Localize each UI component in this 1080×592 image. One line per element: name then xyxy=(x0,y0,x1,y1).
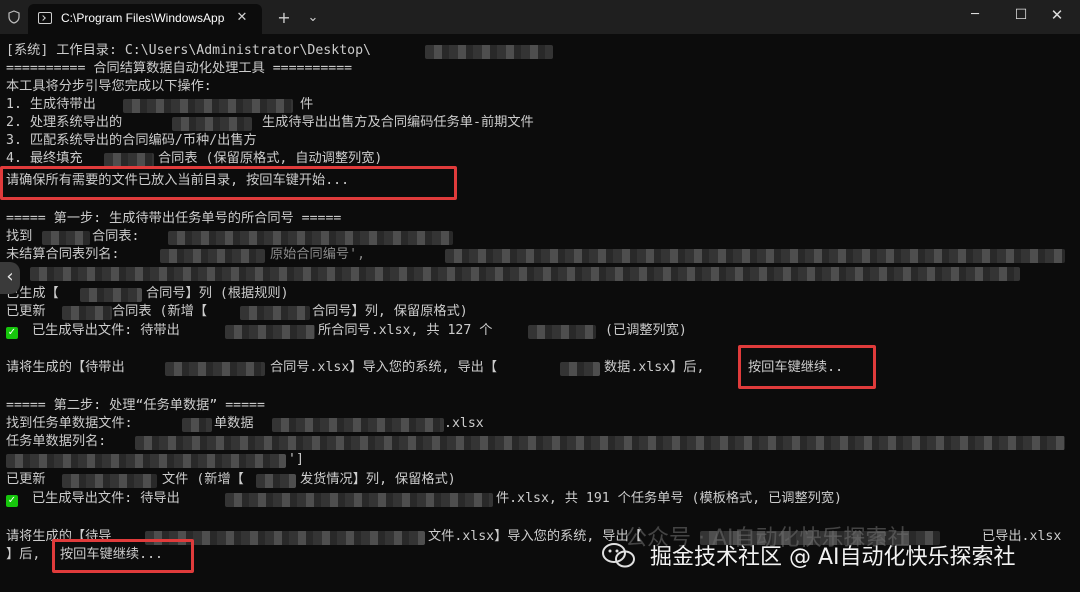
redacted-text xyxy=(6,454,286,468)
redacted-text xyxy=(172,117,252,131)
output-line: 原始合同编号', xyxy=(270,247,366,262)
checkmark-icon: ✓ xyxy=(6,495,18,507)
redacted-text xyxy=(62,306,112,320)
output-line: 未结算合同表列名: xyxy=(6,247,120,262)
output-line: ✓ 已生成导出文件: 待带出 xyxy=(6,323,180,339)
output-line: 请将生成的【待带出 xyxy=(6,360,125,375)
output-line: 2. 处理系统导出的 xyxy=(6,115,123,130)
output-line: 合同号】列, 保留原格式) xyxy=(312,304,468,319)
output-line: (已调整列宽) xyxy=(605,323,687,338)
redacted-text xyxy=(30,267,1020,281)
shield-icon xyxy=(8,10,20,24)
watermark-text: 掘金技术社区 @ AI自动化快乐探索社 xyxy=(650,545,1016,570)
output-line: 3. 匹配系统导出的合同编码/币种/出售方 xyxy=(6,133,257,148)
redacted-text xyxy=(225,493,493,507)
terminal-tab-icon xyxy=(38,12,52,24)
checkmark-icon: ✓ xyxy=(6,327,18,339)
redacted-text xyxy=(135,436,1065,450)
output-line: ========== 合同结算数据自动化处理工具 ========== xyxy=(6,61,353,76)
output-line: 找到 xyxy=(6,229,33,244)
redacted-text xyxy=(168,231,453,245)
output-line: 文件 (新增【 xyxy=(162,472,244,487)
redacted-text xyxy=(160,249,265,263)
highlight-box xyxy=(738,345,876,389)
output-line: 合同表: xyxy=(92,229,140,244)
close-button[interactable]: ✕ xyxy=(1034,0,1080,32)
output-line: [系统] 工作目录: C:\Users\Administrator\Deskto… xyxy=(6,43,371,58)
redacted-text xyxy=(123,99,293,113)
redacted-text xyxy=(42,231,90,245)
wechat-logo-icon xyxy=(602,543,635,568)
tab-title: C:\Program Files\WindowsApps\Microsoft.W… xyxy=(61,11,225,25)
chevron-left-icon[interactable]: ‹ xyxy=(0,262,20,294)
redacted-text xyxy=(445,249,1065,263)
tab-close-icon[interactable]: ✕ xyxy=(233,9,251,27)
output-line: 1. 生成待带出 xyxy=(6,97,96,112)
redacted-text xyxy=(165,362,265,376)
step1-heading: ===== 第一步: 生成待带出任务单号的所合同号 ===== xyxy=(6,211,342,226)
output-line: 件 xyxy=(300,97,314,112)
output-line: '] xyxy=(288,452,304,467)
step2-heading: ===== 第二步: 处理“任务单数据” ===== xyxy=(6,398,265,413)
output-line: 已更新 xyxy=(6,304,46,319)
redacted-text xyxy=(104,153,154,167)
redacted-text xyxy=(528,325,596,339)
output-line: 件.xlsx, 共 191 个任务单号 (模板格式, 已调整列宽) xyxy=(496,491,842,506)
output-line: 生成待导出出售方及合同编码任务单-前期文件 xyxy=(262,115,534,130)
output-line: 数据.xlsx】后, xyxy=(604,360,705,375)
redacted-text xyxy=(80,288,142,302)
redacted-text xyxy=(182,418,212,432)
redacted-text xyxy=(240,306,310,320)
redacted-text xyxy=(560,362,600,376)
output-line: 所合同号.xlsx, 共 127 个 xyxy=(318,323,493,338)
output-line: 】后, xyxy=(6,547,41,562)
output-line: 合同号.xlsx】导入您的系统, 导出【 xyxy=(270,360,498,375)
output-line: 已更新 xyxy=(6,472,46,487)
redacted-text xyxy=(425,45,553,59)
redacted-text xyxy=(256,474,296,488)
minimize-button[interactable]: ─ xyxy=(952,0,998,32)
highlight-box xyxy=(52,539,194,573)
output-line: 合同表 (新增【 xyxy=(112,304,208,319)
redacted-text xyxy=(62,474,157,488)
output-line: 合同号】列 (根据规则) xyxy=(146,286,289,301)
redacted-text xyxy=(225,325,315,339)
output-line: .xlsx xyxy=(444,416,484,431)
output-line: 发货情况】列, 保留格式) xyxy=(300,472,456,487)
highlight-box xyxy=(0,166,457,200)
output-line: 单数据 xyxy=(214,416,254,431)
redacted-text xyxy=(272,418,444,432)
terminal-tab[interactable]: C:\Program Files\WindowsApps\Microsoft.W… xyxy=(28,4,262,34)
output-line: ✓ 已生成导出文件: 待导出 xyxy=(6,491,180,507)
title-bar: C:\Program Files\WindowsApps\Microsoft.W… xyxy=(0,0,1080,34)
output-line: 找到任务单数据文件: xyxy=(6,416,133,431)
output-line: 任务单数据列名: xyxy=(6,434,107,449)
terminal-output[interactable]: [系统] 工作目录: C:\Users\Administrator\Deskto… xyxy=(0,34,1080,592)
new-tab-button[interactable]: + xyxy=(275,9,293,27)
output-line: 本工具将分步引导您完成以下操作: xyxy=(6,79,212,94)
dropdown-chevron-icon[interactable]: ⌄ xyxy=(304,9,322,27)
